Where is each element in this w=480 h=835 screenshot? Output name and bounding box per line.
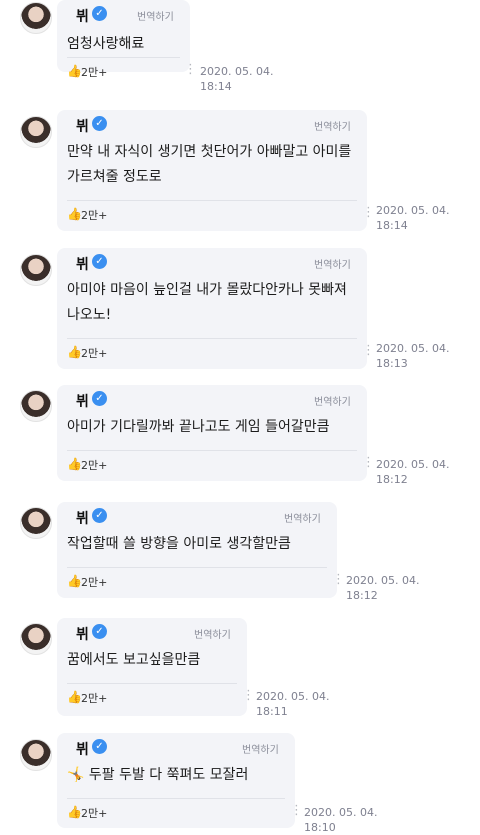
message-text: 아미가 기다릴까봐 끝나고도 게임 들어갈만큼 bbox=[67, 419, 330, 435]
message-bubble: 뷔 ✓ 번역하기 작업할때 쓸 방향을 아미로 생각할만큼 👍 2만+ ⋮ bbox=[57, 502, 345, 598]
thumbs-up-icon[interactable]: 👍 bbox=[67, 207, 82, 221]
avatar[interactable] bbox=[20, 116, 52, 148]
message-bubble: 뷔 ✓ 번역하기 🤸 두팔 두발 다 쭉펴도 모잘러 👍 2만+ ⋮ bbox=[57, 733, 303, 828]
check-badge-icon: ✓ bbox=[92, 391, 107, 406]
sender-name: 뷔 bbox=[76, 9, 89, 25]
check-badge-icon: ✓ bbox=[92, 739, 107, 754]
translate-button[interactable]: 번역하기 bbox=[314, 118, 351, 133]
like-count: 2만+ bbox=[81, 692, 108, 705]
message-bubble: 뷔 ✓ 번역하기 아미가 기다릴까봐 끝나고도 게임 들어갈만큼 👍 2만+ ⋮ bbox=[57, 385, 375, 481]
message-bubble: 뷔 ✓ 번역하기 아미야 마음이 늪인걸 내가 몰랐다안카나 못빠져 나오노! … bbox=[57, 248, 375, 369]
translate-button[interactable]: 번역하기 bbox=[194, 626, 231, 641]
sender-name: 뷔 bbox=[76, 627, 89, 643]
avatar[interactable] bbox=[20, 390, 52, 422]
thumbs-up-icon[interactable]: 👍 bbox=[67, 345, 82, 359]
more-vertical-icon[interactable]: ⋮ bbox=[362, 343, 375, 358]
message-bubble: 뷔 ✓ 번역하기 꿈에서도 보고싶을만큼 👍 2만+ ⋮ bbox=[57, 618, 255, 716]
check-badge-icon: ✓ bbox=[92, 6, 107, 21]
avatar[interactable] bbox=[20, 623, 52, 655]
message-text: 엄청사랑해료 bbox=[67, 36, 145, 52]
thumbs-up-icon[interactable]: 👍 bbox=[67, 805, 82, 819]
timestamp: 2020. 05. 04. 18:13 bbox=[376, 342, 450, 370]
avatar[interactable] bbox=[20, 2, 52, 34]
check-badge-icon: ✓ bbox=[92, 508, 107, 523]
translate-button[interactable]: 번역하기 bbox=[242, 741, 279, 756]
message-text: 🤸 두팔 두발 다 쭉펴도 모잘러 bbox=[67, 767, 249, 783]
more-vertical-icon[interactable]: ⋮ bbox=[362, 455, 375, 470]
translate-button[interactable]: 번역하기 bbox=[284, 510, 321, 525]
message-text: 꿈에서도 보고싶을만큼 bbox=[67, 652, 201, 668]
thumbs-up-icon[interactable]: 👍 bbox=[67, 574, 82, 588]
more-vertical-icon[interactable]: ⋮ bbox=[332, 572, 345, 587]
sender-name: 뷔 bbox=[76, 511, 89, 527]
message-text: 만약 내 자식이 생기면 첫단어가 아빠말고 아미를 가르쳐줄 정도로 bbox=[67, 144, 352, 185]
message-bubble: 뷔 ✓ 번역하기 엄청사랑해료 👍 2만+ ⋮ bbox=[57, 0, 197, 79]
like-count: 2만+ bbox=[81, 807, 108, 820]
like-count: 2만+ bbox=[81, 66, 108, 79]
like-count: 2만+ bbox=[81, 576, 108, 589]
timestamp: 2020. 05. 04. 18:14 bbox=[376, 204, 450, 232]
avatar[interactable] bbox=[20, 739, 52, 771]
sender-name: 뷔 bbox=[76, 394, 89, 410]
thumbs-up-icon[interactable]: 👍 bbox=[67, 457, 82, 471]
avatar[interactable] bbox=[20, 507, 52, 539]
timestamp: 2020. 05. 04. 18:11 bbox=[256, 690, 330, 718]
translate-button[interactable]: 번역하기 bbox=[314, 393, 351, 408]
thumbs-up-icon[interactable]: 👍 bbox=[67, 690, 82, 704]
more-vertical-icon[interactable]: ⋮ bbox=[184, 62, 197, 77]
message-text: 아미야 마음이 늪인걸 내가 몰랐다안카나 못빠져 나오노! bbox=[67, 282, 347, 323]
thumbs-up-icon[interactable]: 👍 bbox=[67, 64, 82, 78]
sender-name: 뷔 bbox=[76, 257, 89, 273]
translate-button[interactable]: 번역하기 bbox=[314, 256, 351, 271]
check-badge-icon: ✓ bbox=[92, 624, 107, 639]
sender-name: 뷔 bbox=[76, 119, 89, 135]
check-badge-icon: ✓ bbox=[92, 254, 107, 269]
more-vertical-icon[interactable]: ⋮ bbox=[290, 803, 303, 818]
check-badge-icon: ✓ bbox=[92, 116, 107, 131]
sender-name: 뷔 bbox=[76, 742, 89, 758]
message-text: 작업할때 쓸 방향을 아미로 생각할만큼 bbox=[67, 536, 291, 552]
timestamp: 2020. 05. 04. 18:14 bbox=[200, 65, 274, 93]
more-vertical-icon[interactable]: ⋮ bbox=[242, 688, 255, 703]
timestamp: 2020. 05. 04. 18:12 bbox=[376, 458, 450, 486]
timestamp: 2020. 05. 04. 18:12 bbox=[346, 574, 420, 602]
like-count: 2만+ bbox=[81, 347, 108, 360]
translate-button[interactable]: 번역하기 bbox=[137, 8, 174, 23]
like-count: 2만+ bbox=[81, 459, 108, 472]
message-bubble: 뷔 ✓ 번역하기 만약 내 자식이 생기면 첫단어가 아빠말고 아미를 가르쳐줄… bbox=[57, 110, 375, 231]
timestamp: 2020. 05. 04. 18:10 bbox=[304, 806, 378, 834]
more-vertical-icon[interactable]: ⋮ bbox=[362, 205, 375, 220]
like-count: 2만+ bbox=[81, 209, 108, 222]
avatar[interactable] bbox=[20, 254, 52, 286]
